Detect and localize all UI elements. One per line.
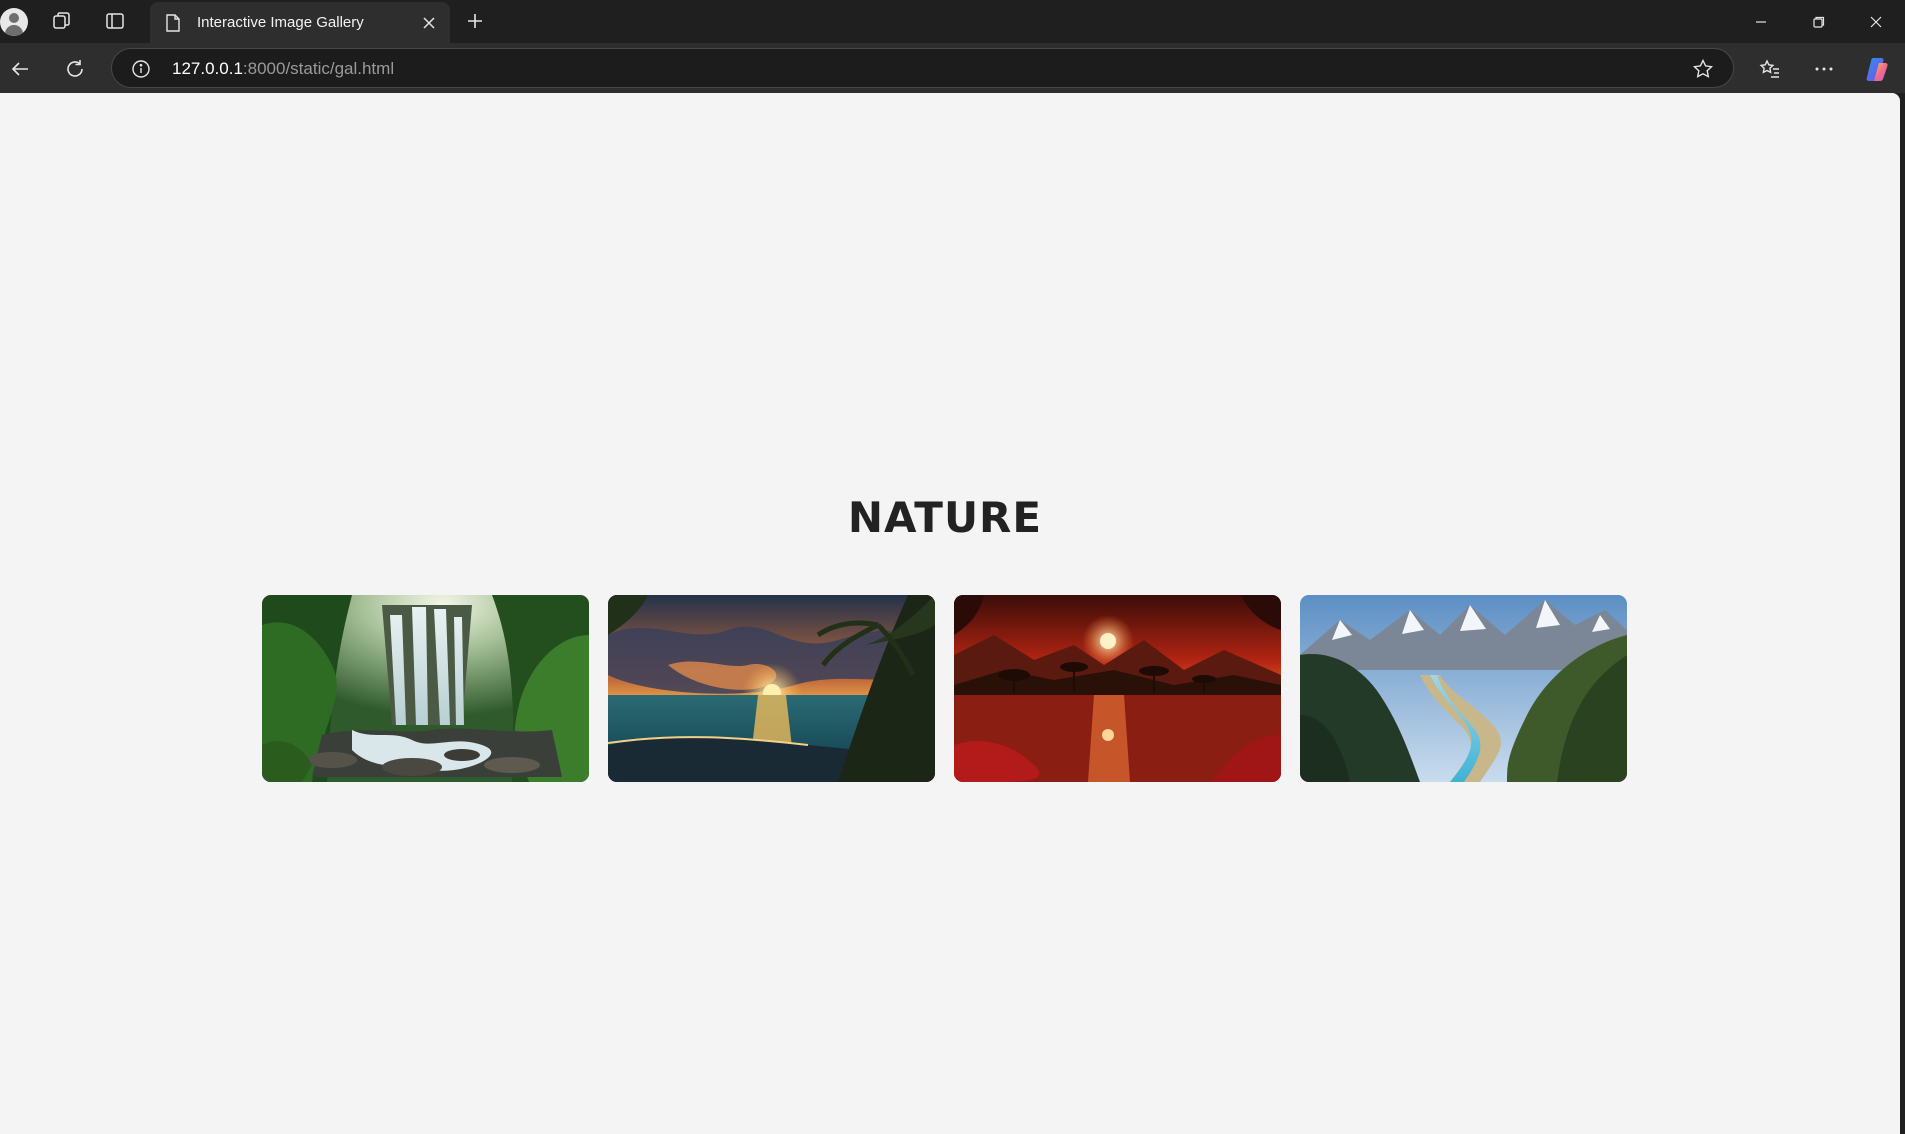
new-tab-button[interactable] xyxy=(458,6,492,36)
window-edge xyxy=(1900,93,1905,1134)
gallery-image-red-sunset-lake[interactable] xyxy=(954,595,1281,782)
page-viewport: NATURE xyxy=(0,93,1900,1134)
favorites-icon[interactable] xyxy=(1752,51,1788,87)
page-icon xyxy=(162,12,184,34)
favorite-star-icon[interactable] xyxy=(1691,57,1715,81)
url-host: 127.0.0.1 xyxy=(172,59,243,78)
copilot-icon[interactable] xyxy=(1859,51,1895,87)
gallery-heading: NATURE xyxy=(847,493,1043,542)
close-tab-icon[interactable] xyxy=(416,10,442,36)
site-info-icon[interactable] xyxy=(130,58,152,80)
gallery-image-waterfall[interactable] xyxy=(262,595,589,782)
gallery-image-mountain-valley[interactable] xyxy=(1300,595,1627,782)
workspaces-icon[interactable] xyxy=(46,6,78,36)
address-bar[interactable]: 127.0.0.1:8000/static/gal.html xyxy=(111,48,1734,88)
restore-icon[interactable] xyxy=(1790,0,1848,43)
browser-toolbar: 127.0.0.1:8000/static/gal.html xyxy=(0,43,1905,93)
url-text: 127.0.0.1:8000/static/gal.html xyxy=(172,59,394,79)
image-gallery xyxy=(262,595,1627,782)
tab-active[interactable]: Interactive Image Gallery xyxy=(150,2,450,43)
close-window-icon[interactable] xyxy=(1847,0,1905,43)
refresh-icon[interactable] xyxy=(57,51,93,87)
title-bar: Interactive Image Gallery xyxy=(0,0,1905,43)
gallery-image-beach-sunset[interactable] xyxy=(608,595,935,782)
tab-title: Interactive Image Gallery xyxy=(197,14,364,31)
vertical-tabs-icon[interactable] xyxy=(99,6,131,36)
profile-avatar[interactable] xyxy=(0,8,28,36)
minimize-icon[interactable] xyxy=(1732,0,1790,43)
back-icon[interactable] xyxy=(2,51,38,87)
url-path: :8000/static/gal.html xyxy=(242,59,395,78)
more-options-icon[interactable] xyxy=(1806,51,1842,87)
